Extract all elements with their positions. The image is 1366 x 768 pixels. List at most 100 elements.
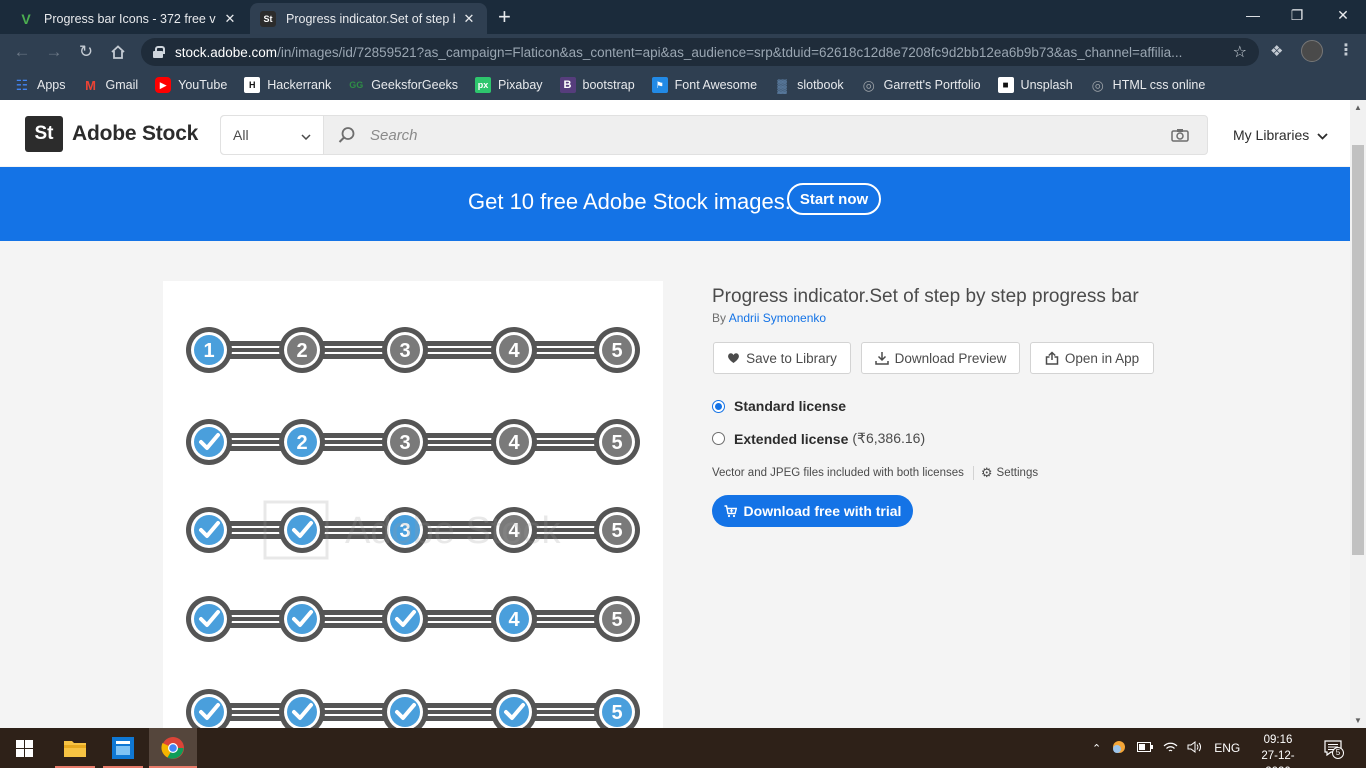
bookmark-label: GeeksforGeeks [371, 78, 459, 92]
bookmark-geeksforgeeks[interactable]: GG GeeksforGeeks [348, 77, 458, 93]
unsplash-icon: ■ [997, 77, 1014, 93]
pixabay-icon: px [475, 77, 492, 93]
divider [972, 466, 974, 480]
my-libraries-label: My Libraries [1233, 127, 1310, 143]
step-complete-dot [194, 427, 224, 457]
close-tab-icon[interactable]: ✕ [222, 11, 238, 27]
save-to-library-button[interactable]: Save to Library [713, 342, 851, 374]
open-in-app-button[interactable]: Open in App [1030, 342, 1154, 374]
my-libraries-menu[interactable]: My Libraries [1233, 127, 1328, 143]
bookmark-hackerrank[interactable]: H Hackerrank [244, 77, 331, 93]
windows-start-icon[interactable] [0, 728, 48, 768]
bookmark-slotbook[interactable]: ▓ slotbook [774, 77, 843, 93]
adobe-stock-logo-text[interactable]: Adobe Stock [72, 122, 198, 146]
download-preview-button[interactable]: Download Preview [861, 342, 1020, 374]
heart-icon [727, 352, 740, 364]
image-title: Progress indicator.Set of step by step p… [712, 286, 1139, 307]
wifi-icon[interactable] [1163, 741, 1178, 756]
step-number: 1 [203, 340, 214, 362]
apps-grid-icon: ☷ [15, 76, 29, 93]
show-hidden-icons-chevron-icon[interactable]: ⌃ [1092, 742, 1101, 755]
page-scrollbar[interactable]: ▲ ▼ [1350, 100, 1366, 728]
address-bar[interactable]: stock.adobe.com/in/images/id/72859521?as… [141, 38, 1259, 66]
search-category-dropdown[interactable]: All [221, 116, 324, 154]
author-link[interactable]: Andrii Symonenko [729, 311, 826, 325]
close-window-button[interactable]: ✕ [1320, 0, 1366, 30]
bookmark-star-icon[interactable]: ☆ [1233, 42, 1247, 62]
bookmark-gmail[interactable]: M Gmail [83, 77, 138, 93]
scroll-up-arrow-icon[interactable]: ▲ [1354, 103, 1362, 112]
minimize-window-button[interactable]: — [1230, 0, 1276, 30]
browser-tab-adobe-stock[interactable]: St Progress indicator.Set of step by ste… [250, 3, 487, 34]
bookmark-unsplash[interactable]: ■ Unsplash [997, 77, 1073, 93]
extended-license-radio[interactable] [712, 432, 725, 445]
back-arrow-icon[interactable]: ← [11, 41, 33, 63]
maximize-window-button[interactable]: ❐ [1274, 0, 1320, 30]
extended-license-price: (₹6,386.16) [852, 430, 926, 446]
bookmark-font-awesome[interactable]: ⚑ Font Awesome [651, 77, 757, 93]
start-now-button[interactable]: Start now [787, 183, 881, 215]
gear-icon[interactable]: ⚙ [981, 465, 993, 481]
bookmark-youtube[interactable]: ▶ YouTube [155, 77, 227, 93]
bookmark-pixabay[interactable]: px Pixabay [475, 77, 543, 93]
step-number: 5 [611, 609, 622, 631]
visual-search-camera-icon[interactable] [1153, 116, 1207, 154]
browser-toolbar: ← → ↻ stock.adobe.com/in/images/id/72859… [0, 34, 1366, 70]
bookmark-label: bootstrap [582, 78, 635, 92]
url-text: stock.adobe.com/in/images/id/72859521?as… [175, 44, 1183, 60]
chevron-down-icon [301, 127, 311, 143]
step-complete-dot [194, 697, 224, 727]
home-icon[interactable] [107, 41, 129, 63]
reload-icon[interactable]: ↻ [75, 41, 97, 63]
input-language[interactable]: ENG [1214, 741, 1240, 755]
browser-tab-strip: V Progress bar Icons - 372 free vector i… [0, 0, 1366, 34]
extended-license-option[interactable]: Extended license (₹6,386.16) [712, 430, 925, 447]
chrome-taskbar-icon[interactable] [149, 728, 197, 768]
scroll-down-arrow-icon[interactable]: ▼ [1354, 716, 1362, 725]
system-tray: ⌃ ENG [1092, 728, 1240, 768]
share-upload-icon [1045, 351, 1059, 365]
windows-taskbar: ⌃ ENG 09:16 27-12-2020 5 [0, 728, 1366, 768]
standard-license-radio[interactable] [712, 399, 725, 413]
image-preview[interactable]: 1 2 3 4 5 2 3 4 5 3 4 5 4 5 5 Adobe Stock [163, 281, 663, 728]
bootstrap-icon: B [559, 77, 576, 93]
action-center[interactable]: 5 [1324, 728, 1344, 768]
youtube-icon: ▶ [155, 77, 172, 93]
bookmark-garrett-s-portfolio[interactable]: ◎ Garrett's Portfolio [861, 77, 981, 93]
settings-link[interactable]: Settings [997, 467, 1039, 479]
forward-arrow-icon[interactable]: → [43, 41, 65, 63]
extensions-puzzle-icon[interactable]: ❖ [1270, 42, 1283, 60]
tab-title: Progress indicator.Set of step by step p… [286, 11, 455, 26]
close-tab-icon[interactable]: ✕ [461, 11, 477, 27]
bookmark-apps[interactable]: ☷ Apps [14, 77, 66, 93]
browser-tab-flaticon[interactable]: V Progress bar Icons - 372 free vector i… [8, 3, 248, 34]
progress-row: 45 [186, 596, 640, 642]
step-complete-dot [194, 515, 224, 545]
volume-icon[interactable] [1187, 740, 1202, 756]
new-tab-button[interactable]: + [498, 6, 511, 28]
step-number: 3 [399, 340, 410, 362]
store-app-icon[interactable] [99, 728, 147, 768]
hackerrank-icon: H [244, 77, 261, 93]
battery-icon[interactable] [1137, 741, 1154, 755]
bookmark-label: Garrett's Portfolio [883, 78, 981, 92]
file-explorer-icon[interactable] [51, 728, 99, 768]
step-number: 4 [508, 432, 520, 454]
system-clock[interactable]: 09:16 27-12-2020 [1250, 732, 1306, 768]
step-complete-dot [390, 604, 420, 634]
standard-license-option[interactable]: Standard license [712, 398, 846, 414]
lock-icon [153, 46, 165, 58]
progress-row: 2 3 4 5 [186, 419, 640, 465]
bookmark-bootstrap[interactable]: Bbootstrap [559, 77, 635, 93]
globe-icon: ◎ [862, 76, 875, 93]
bookmark-html-css-online[interactable]: ◎ HTML css online [1090, 77, 1206, 93]
download-free-trial-button[interactable]: Download free with trial [712, 495, 913, 527]
weather-icon[interactable] [1111, 740, 1127, 757]
profile-avatar[interactable] [1301, 40, 1323, 62]
adobe-stock-logo-icon[interactable]: St [25, 116, 63, 152]
scrollbar-thumb[interactable] [1352, 145, 1364, 555]
promo-text: Get 10 free Adobe Stock images. [468, 189, 791, 214]
chrome-menu-icon[interactable]: ⋮ [1338, 40, 1354, 60]
cart-icon [724, 504, 737, 518]
search-input[interactable] [370, 116, 1153, 154]
